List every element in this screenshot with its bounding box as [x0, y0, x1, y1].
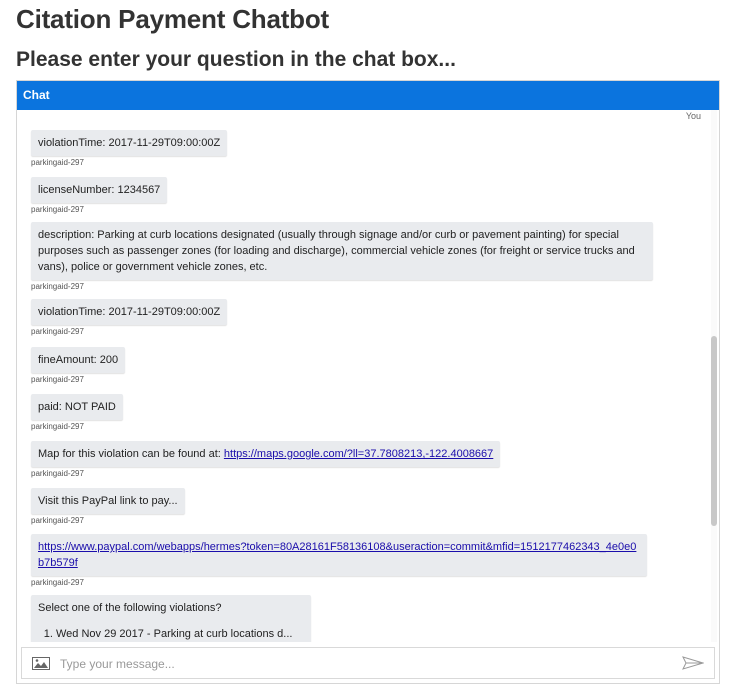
map-link[interactable]: https://maps.google.com/?ll=37.7808213,-…: [224, 448, 493, 460]
message-sender: parkingaid-297: [31, 282, 84, 291]
message-bubble: description: Parking at curb locations d…: [31, 222, 653, 280]
message-sender: parkingaid-297: [31, 327, 84, 336]
message-sender: parkingaid-297: [31, 578, 84, 587]
chat-panel: Chat You violationTime: 2017-11-29T09:00…: [16, 80, 720, 684]
message-bubble: https://www.paypal.com/webapps/hermes?to…: [31, 534, 647, 576]
message-item: violationTime: 2017-11-29T09:00:00Z park…: [31, 130, 228, 167]
message-sender: parkingaid-297: [31, 469, 84, 478]
scrollbar-thumb[interactable]: [711, 336, 717, 526]
message-bubble: Select one of the following violations? …: [31, 595, 311, 642]
message-list[interactable]: You violationTime: 2017-11-29T09:00:00Z …: [17, 110, 719, 642]
page-subtitle: Please enter your question in the chat b…: [16, 48, 456, 71]
image-icon[interactable]: [32, 657, 50, 675]
message-bubble: licenseNumber: 1234567: [31, 177, 168, 203]
message-bubble: violationTime: 2017-11-29T09:00:00Z: [31, 299, 228, 325]
message-text: Select one of the following violations?: [38, 602, 222, 614]
message-sender: parkingaid-297: [31, 516, 84, 525]
message-item: fineAmount: 200 parkingaid-297: [31, 347, 126, 384]
message-item: violationTime: 2017-11-29T09:00:00Z park…: [31, 299, 228, 336]
message-text: Map for this violation can be found at:: [38, 448, 224, 460]
message-sender: parkingaid-297: [31, 205, 84, 214]
violation-options: Wed Nov 29 2017 - Parking at curb locati…: [38, 626, 304, 642]
you-label: You: [685, 111, 701, 121]
message-item: description: Parking at curb locations d…: [31, 222, 653, 291]
violation-option[interactable]: Wed Nov 29 2017 - Parking at curb locati…: [56, 626, 304, 642]
message-item: Visit this PayPal link to pay... parking…: [31, 488, 185, 525]
message-composer: [21, 647, 715, 679]
message-sender: parkingaid-297: [31, 158, 84, 167]
message-bubble: violationTime: 2017-11-29T09:00:00Z: [31, 130, 228, 156]
paypal-link[interactable]: https://www.paypal.com/webapps/hermes?to…: [38, 541, 636, 569]
message-item: https://www.paypal.com/webapps/hermes?to…: [31, 534, 653, 587]
message-sender: parkingaid-297: [31, 375, 84, 384]
message-input[interactable]: [58, 653, 662, 675]
message-item: licenseNumber: 1234567 parkingaid-297: [31, 177, 168, 214]
message-bubble: paid: NOT PAID: [31, 394, 123, 420]
send-icon[interactable]: [682, 656, 705, 675]
message-bubble: Map for this violation can be found at: …: [31, 441, 501, 467]
message-bubble: Visit this PayPal link to pay...: [31, 488, 185, 514]
message-item: paid: NOT PAID parkingaid-297: [31, 394, 123, 431]
chat-header: Chat: [17, 81, 719, 110]
message-item: Map for this violation can be found at: …: [31, 441, 501, 478]
message-sender: parkingaid-297: [31, 422, 84, 431]
message-bubble: fineAmount: 200: [31, 347, 126, 373]
message-item: Select one of the following violations? …: [31, 595, 311, 642]
page-title: Citation Payment Chatbot: [16, 4, 329, 34]
